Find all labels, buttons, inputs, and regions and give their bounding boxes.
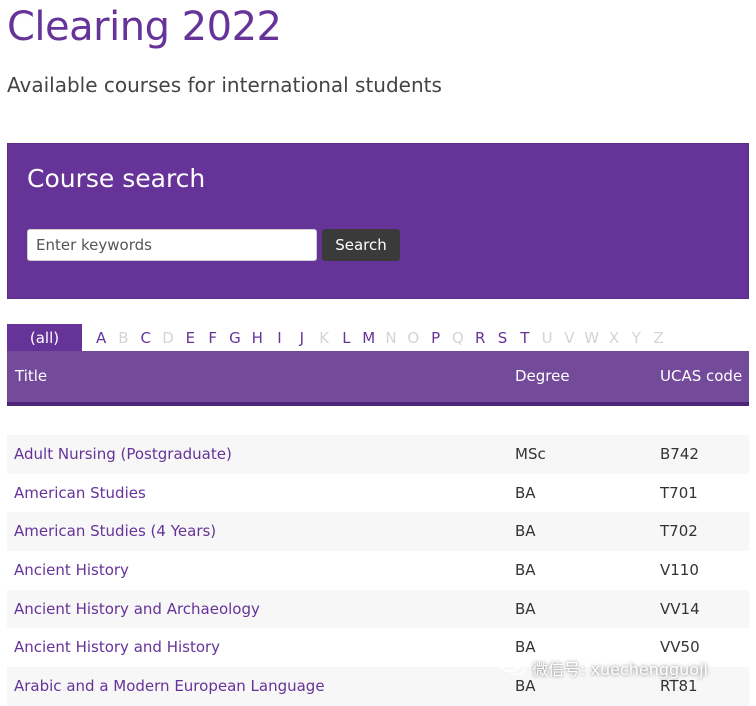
course-degree: BA (515, 522, 536, 541)
alphabet-letters: ABCDEFGHIJKLMNOPQRSTUVWXYZ (90, 329, 670, 347)
course-title-link[interactable]: Ancient History (14, 561, 129, 579)
table-header: Title Degree UCAS code (7, 351, 749, 406)
course-degree: BA (515, 483, 536, 502)
column-header-title[interactable]: Title (15, 367, 47, 385)
course-degree: BA (515, 561, 536, 580)
course-ucas-code: VV14 (660, 599, 700, 618)
course-ucas-code: VV50 (660, 638, 700, 657)
alphabet-letter-u: U (541, 328, 553, 347)
alphabet-letter-r[interactable]: R (469, 329, 491, 347)
alphabet-letter-j[interactable]: J (291, 329, 313, 347)
course-degree: BA (515, 599, 536, 618)
course-title-link[interactable]: American Studies (4 Years) (14, 522, 216, 540)
wechat-icon (500, 655, 526, 681)
alphabet-letter-c[interactable]: C (135, 329, 157, 347)
course-title-link[interactable]: Ancient History and History (14, 638, 220, 656)
alphabet-letter-b: B (118, 328, 129, 347)
course-ucas-code: T702 (660, 522, 698, 541)
alphabet-letter-a[interactable]: A (90, 329, 112, 347)
course-search-panel: Course search Search (7, 143, 749, 299)
course-degree: MSc (515, 445, 546, 463)
alphabet-letter-x: X (608, 328, 620, 347)
alphabet-letter-q: Q (451, 328, 464, 347)
alphabet-letter-s[interactable]: S (491, 329, 513, 347)
course-title-link[interactable]: American Studies (14, 484, 146, 502)
page-subtitle: Available courses for international stud… (7, 73, 442, 97)
alphabet-letter-g[interactable]: G (224, 329, 246, 347)
alphabet-letter-w: W (584, 328, 600, 347)
column-header-ucas-code[interactable]: UCAS code (660, 367, 742, 385)
course-search-heading: Course search (27, 164, 206, 193)
search-button[interactable]: Search (322, 229, 400, 261)
alphabet-all-tab[interactable]: (all) (7, 324, 82, 351)
alphabet-letter-v: V (564, 328, 575, 347)
course-ucas-code: V110 (660, 561, 699, 580)
alphabet-letter-l[interactable]: L (335, 329, 357, 347)
course-ucas-code: T701 (660, 483, 698, 502)
alphabet-letter-y: Y (631, 328, 641, 347)
alphabet-letter-h[interactable]: H (246, 329, 268, 347)
alphabet-letter-p[interactable]: P (424, 329, 446, 347)
alphabet-letter-o: O (407, 328, 420, 347)
page-title: Clearing 2022 (7, 4, 282, 50)
alphabet-letter-i[interactable]: I (268, 329, 290, 347)
watermark-text: 微信号: xuechengguoji (532, 660, 708, 679)
table-row: American Studies BA T701 (7, 473, 749, 513)
alphabet-letter-n: N (385, 328, 397, 347)
watermark: 微信号: xuechengguoji (500, 655, 708, 681)
table-row: Ancient History BA V110 (7, 551, 749, 590)
alphabet-letter-k: K (319, 328, 330, 347)
alphabet-letter-m[interactable]: M (358, 329, 380, 347)
alphabet-letter-d: D (162, 328, 174, 347)
column-header-degree[interactable]: Degree (515, 367, 570, 385)
alphabet-filter: (all) ABCDEFGHIJKLMNOPQRSTUVWXYZ (7, 324, 749, 351)
course-title-link[interactable]: Ancient History and Archaeology (14, 600, 260, 618)
table-row: Adult Nursing (Postgraduate) MSc B742 (7, 435, 749, 474)
table-row: American Studies (4 Years) BA T702 (7, 512, 749, 552)
course-ucas-code: B742 (660, 445, 699, 463)
alphabet-letter-f[interactable]: F (201, 329, 223, 347)
keywords-input[interactable] (27, 229, 317, 261)
course-title-link[interactable]: Adult Nursing (Postgraduate) (14, 445, 232, 463)
alphabet-letter-t[interactable]: T (514, 329, 536, 347)
course-degree: BA (515, 638, 536, 657)
table-row: Ancient History and Archaeology BA VV14 (7, 589, 749, 629)
alphabet-letter-e[interactable]: E (179, 329, 201, 347)
alphabet-letter-z: Z (653, 328, 664, 347)
course-title-link[interactable]: Arabic and a Modern European Language (14, 677, 325, 695)
